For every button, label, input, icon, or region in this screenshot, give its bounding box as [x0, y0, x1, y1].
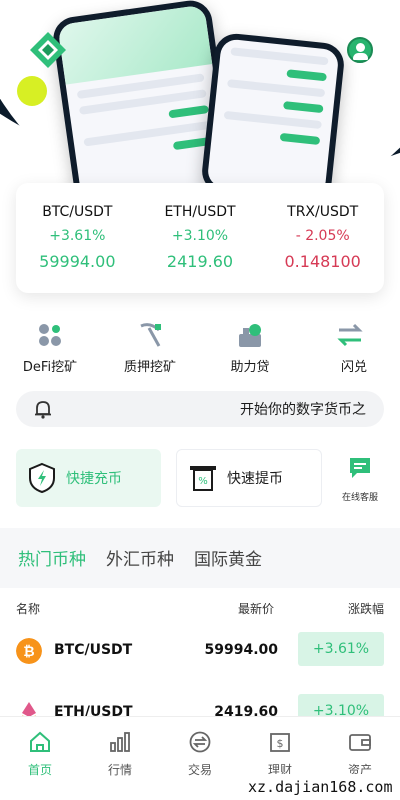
ticker-change: - 2.05% [295, 228, 350, 244]
ticker-price: 0.148100 [284, 252, 361, 271]
quick-action-label: 助力贷 [230, 360, 270, 375]
staking-mining-button[interactable]: 质押挖矿 [100, 322, 200, 375]
nav-trade[interactable]: 交易 [160, 717, 240, 800]
nav-home[interactable]: 首页 [0, 717, 80, 800]
quick-action-label: DeFi挖矿 [22, 360, 78, 375]
atm-icon: % [190, 466, 216, 491]
pickaxe-icon [140, 323, 161, 347]
row-last-price: 59994.00 [204, 642, 278, 658]
ticker-pair: BTC/USDT [42, 204, 113, 220]
withdraw-label: 快速提币 [227, 471, 283, 487]
market-tabs: 热门币种 外汇币种 国际黄金 [18, 545, 282, 570]
notice-bar[interactable]: 开始你的数字货币之 [16, 391, 384, 427]
chart-icon [110, 732, 130, 752]
row-change-badge: +3.61% [298, 632, 384, 666]
tab-gold[interactable]: 国际黄金 [194, 545, 262, 570]
site-watermark: xz.dajian168.com [240, 774, 400, 800]
defi-mining-button[interactable]: DeFi挖矿 [0, 322, 100, 375]
loan-button[interactable]: 助力贷 [200, 322, 300, 375]
svg-text:$: $ [277, 737, 284, 750]
header-last-price: 最新价 [238, 602, 275, 616]
ticker-change: +3.10% [171, 228, 229, 244]
quick-actions: DeFi挖矿 质押挖矿 助力贷 闪兑 [0, 322, 400, 375]
ticker-pair: ETH/USDT [164, 204, 236, 220]
finance-icon: $ [270, 733, 290, 752]
ticker-price: 59994.00 [39, 252, 116, 271]
nav-label: 交易 [187, 763, 212, 777]
header-name: 名称 [16, 602, 41, 616]
ticker-eth[interactable]: ETH/USDT +3.10% 2419.60 [139, 183, 262, 293]
wallet-icon [349, 734, 371, 751]
nav-label: 首页 [27, 763, 52, 777]
online-service-button[interactable]: 在线客服 [334, 456, 386, 503]
bell-icon [35, 401, 51, 419]
svg-text:₿: ₿ [23, 644, 34, 660]
ticker-trx[interactable]: TRX/USDT - 2.05% 0.148100 [261, 183, 384, 293]
ticker-price: 2419.60 [166, 252, 234, 271]
nav-label: 行情 [107, 763, 132, 777]
shield-bolt-icon [29, 462, 55, 494]
quick-deposit-button[interactable]: 快捷充币 [16, 449, 161, 507]
ticker-card: BTC/USDT +3.61% 59994.00 ETH/USDT +3.10%… [16, 183, 384, 293]
ticker-btc[interactable]: BTC/USDT +3.61% 59994.00 [16, 183, 139, 293]
header-change: 涨跌幅 [347, 602, 384, 616]
decorative-blob [17, 76, 47, 106]
deposit-label: 快捷充币 [66, 471, 122, 487]
app-logo-icon[interactable] [28, 30, 68, 70]
phone-mockup-right [199, 31, 347, 205]
exchange-icon [189, 731, 211, 753]
app-page: BTC/USDT +3.61% 59994.00 ETH/USDT +3.10%… [0, 0, 400, 800]
flash-swap-button[interactable]: 闪兑 [300, 322, 400, 375]
ticker-pair: TRX/USDT [287, 204, 359, 220]
row-symbol: BTC/USDT [54, 642, 133, 658]
quick-action-label: 质押挖矿 [123, 360, 176, 375]
svg-text:%: % [198, 476, 208, 487]
nav-market[interactable]: 行情 [80, 717, 160, 800]
home-icon [30, 731, 50, 752]
quick-withdraw-button[interactable]: % 快速提币 [176, 449, 322, 507]
notice-text: 开始你的数字货币之 [240, 402, 366, 418]
chat-icon [350, 458, 370, 478]
ticker-change: +3.61% [49, 228, 106, 244]
quick-action-label: 闪兑 [340, 360, 367, 375]
user-avatar-icon[interactable] [347, 37, 373, 63]
service-label: 在线客服 [341, 493, 378, 503]
tab-forex[interactable]: 外汇币种 [106, 545, 174, 570]
bitcoin-icon: ₿ [16, 638, 42, 664]
tab-hot-coins[interactable]: 热门币种 [18, 545, 86, 570]
loan-icon [239, 324, 261, 347]
defi-icon [39, 324, 61, 346]
table-row[interactable]: ₿ BTC/USDT 59994.00 +3.61% [16, 630, 384, 670]
swap-icon [337, 323, 363, 347]
